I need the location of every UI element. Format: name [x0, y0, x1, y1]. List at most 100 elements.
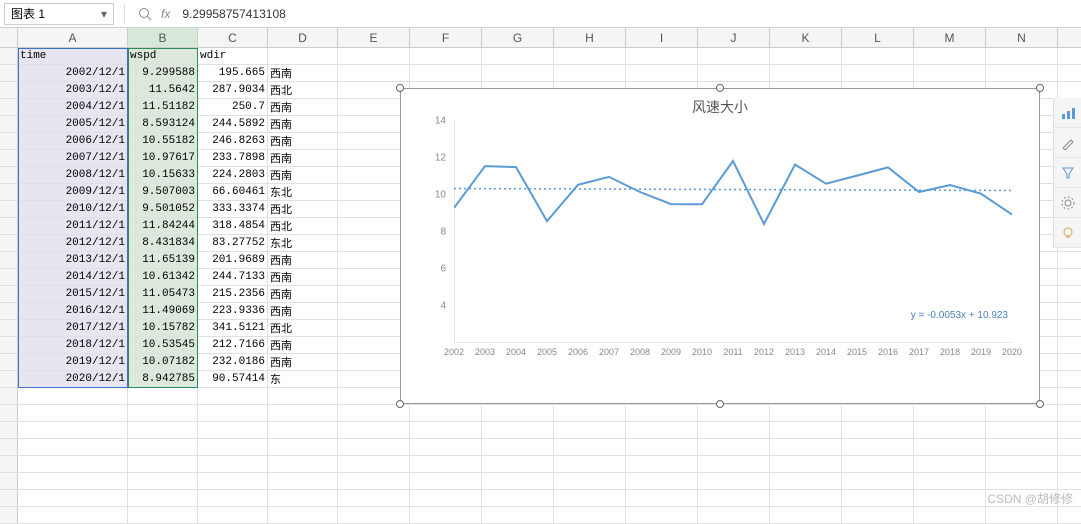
cell[interactable]	[986, 405, 1058, 421]
cell[interactable]: 西南	[268, 116, 338, 132]
cell[interactable]: 233.7898	[198, 150, 268, 166]
cell[interactable]: 2005/12/1	[18, 116, 128, 132]
cell[interactable]: 10.61342	[128, 269, 198, 285]
cell[interactable]: 西南	[268, 99, 338, 115]
cell[interactable]	[842, 456, 914, 472]
cell[interactable]: 西南	[268, 303, 338, 319]
cell[interactable]	[698, 422, 770, 438]
cell[interactable]	[268, 490, 338, 506]
cell[interactable]	[986, 473, 1058, 489]
cell[interactable]	[698, 65, 770, 81]
cell[interactable]: 9.299588	[128, 65, 198, 81]
cell[interactable]	[18, 473, 128, 489]
cell[interactable]: 2019/12/1	[18, 354, 128, 370]
cell[interactable]: 66.60461	[198, 184, 268, 200]
cell[interactable]	[554, 507, 626, 523]
column-header-H[interactable]: H	[554, 28, 626, 47]
row-header[interactable]	[0, 82, 18, 98]
cell[interactable]	[198, 507, 268, 523]
cell[interactable]	[914, 422, 986, 438]
cell[interactable]: 8.593124	[128, 116, 198, 132]
cell[interactable]	[770, 48, 842, 64]
select-all-corner[interactable]	[0, 28, 18, 47]
cell[interactable]	[410, 490, 482, 506]
cell[interactable]	[198, 473, 268, 489]
column-header-B[interactable]: B	[128, 28, 198, 47]
row-header[interactable]	[0, 218, 18, 234]
resize-handle-bl[interactable]	[396, 400, 404, 408]
cell[interactable]	[554, 422, 626, 438]
cell[interactable]	[554, 439, 626, 455]
cell[interactable]	[18, 405, 128, 421]
row-header[interactable]	[0, 490, 18, 506]
row-header[interactable]	[0, 150, 18, 166]
row-header[interactable]	[0, 439, 18, 455]
cell[interactable]	[554, 65, 626, 81]
filter-funnel-icon[interactable]	[1054, 158, 1081, 188]
cell[interactable]	[198, 439, 268, 455]
cell[interactable]	[18, 456, 128, 472]
cell[interactable]	[986, 422, 1058, 438]
cell[interactable]: 西南	[268, 269, 338, 285]
row-header[interactable]	[0, 388, 18, 404]
resize-handle-tm[interactable]	[716, 84, 724, 92]
cell[interactable]: 212.7166	[198, 337, 268, 353]
cell[interactable]	[268, 456, 338, 472]
row-header[interactable]	[0, 116, 18, 132]
cell[interactable]	[482, 473, 554, 489]
cell[interactable]	[554, 490, 626, 506]
cell[interactable]	[698, 473, 770, 489]
cell[interactable]: 东北	[268, 184, 338, 200]
cell[interactable]	[554, 405, 626, 421]
cell[interactable]: 215.2356	[198, 286, 268, 302]
cell[interactable]	[554, 473, 626, 489]
cell[interactable]: 11.5642	[128, 82, 198, 98]
cell[interactable]: 83.27752	[198, 235, 268, 251]
cell[interactable]	[626, 456, 698, 472]
cell[interactable]	[842, 422, 914, 438]
cell[interactable]	[842, 439, 914, 455]
gear-icon[interactable]	[1054, 188, 1081, 218]
cell[interactable]	[986, 439, 1058, 455]
row-header[interactable]	[0, 354, 18, 370]
cell[interactable]: 西南	[268, 65, 338, 81]
row-header[interactable]	[0, 320, 18, 336]
cell[interactable]	[482, 422, 554, 438]
row-header[interactable]	[0, 303, 18, 319]
cell[interactable]	[914, 507, 986, 523]
cell[interactable]	[770, 456, 842, 472]
cell[interactable]	[842, 405, 914, 421]
resize-handle-tl[interactable]	[396, 84, 404, 92]
cell[interactable]	[626, 490, 698, 506]
cell[interactable]: 2003/12/1	[18, 82, 128, 98]
row-header[interactable]	[0, 473, 18, 489]
cell[interactable]	[626, 65, 698, 81]
cell[interactable]: 246.8263	[198, 133, 268, 149]
cell[interactable]	[842, 507, 914, 523]
row-header[interactable]	[0, 456, 18, 472]
cell[interactable]	[338, 48, 410, 64]
cell[interactable]	[128, 422, 198, 438]
cell[interactable]	[198, 405, 268, 421]
cell[interactable]	[914, 48, 986, 64]
cell[interactable]: 224.2803	[198, 167, 268, 183]
cell[interactable]	[698, 405, 770, 421]
column-header-G[interactable]: G	[482, 28, 554, 47]
cell[interactable]	[554, 48, 626, 64]
cell[interactable]	[410, 456, 482, 472]
row-header[interactable]	[0, 507, 18, 523]
cell[interactable]	[914, 65, 986, 81]
cell[interactable]	[268, 388, 338, 404]
cell[interactable]	[770, 405, 842, 421]
cell[interactable]	[482, 65, 554, 81]
cell[interactable]: 2011/12/1	[18, 218, 128, 234]
cell[interactable]: wdir	[198, 48, 268, 64]
column-header-F[interactable]: F	[410, 28, 482, 47]
cell[interactable]: 西南	[268, 252, 338, 268]
cell[interactable]	[626, 405, 698, 421]
cell[interactable]	[626, 48, 698, 64]
cell[interactable]	[410, 507, 482, 523]
cell[interactable]: 西南	[268, 133, 338, 149]
formula-bar[interactable]: 9.29958757413108	[176, 3, 1077, 25]
cell[interactable]	[338, 473, 410, 489]
